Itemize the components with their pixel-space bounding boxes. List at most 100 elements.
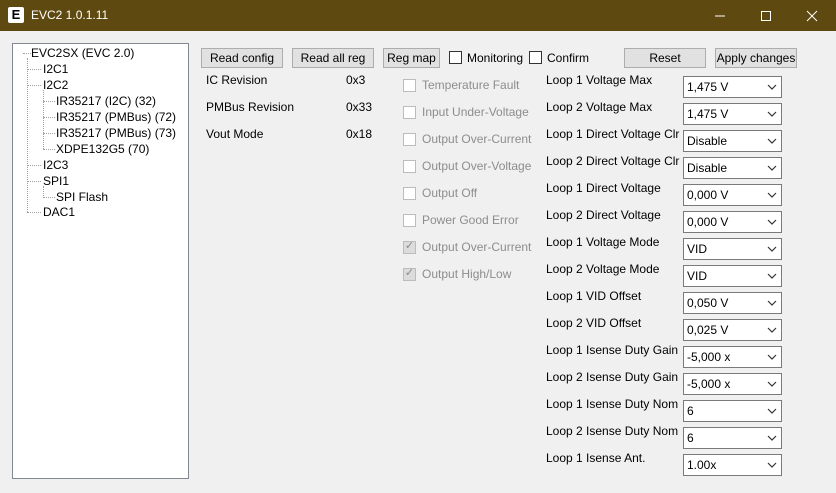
tree-line — [43, 90, 44, 149]
tree-node-ir35217-i2c-32[interactable]: IR35217 (I2C) (32) — [56, 94, 156, 108]
info-label-vout-mode: Vout Mode — [206, 127, 264, 141]
setting-label-loop1-direct-voltage-clr: Loop 1 Direct Voltage Clr — [546, 127, 680, 141]
flag-label-output-off: Output Off — [422, 186, 478, 200]
tree-line — [27, 212, 41, 213]
flag-checkbox-output-over-voltage: ✓ — [403, 160, 416, 173]
setting-select-loop1-voltage-mode[interactable]: VID — [683, 238, 782, 260]
read-config-button[interactable]: Read config — [201, 48, 283, 68]
flag-label-temperature-fault: Temperature Fault — [422, 78, 520, 92]
chevron-down-icon — [767, 111, 777, 117]
setting-label-loop1-isense-ant: Loop 1 Isense Ant. — [546, 451, 646, 465]
title-bar: E EVC2 1.0.1.11 — [0, 0, 836, 31]
monitoring-label: Monitoring — [467, 51, 524, 65]
setting-select-loop2-voltage-mode[interactable]: VID — [683, 265, 782, 287]
app-icon: E — [8, 7, 24, 23]
close-button[interactable] — [789, 0, 835, 31]
chevron-down-icon — [767, 381, 777, 387]
apply-changes-button[interactable]: Apply changes — [715, 48, 797, 68]
tree-node-xdpe132g5-70[interactable]: XDPE132G5 (70) — [56, 142, 149, 156]
flag-checkbox-temperature-fault: ✓ — [403, 79, 416, 92]
selected-value: -5,000 x — [687, 350, 731, 364]
selected-value: 0,000 V — [687, 188, 729, 202]
chevron-down-icon — [767, 300, 777, 306]
flag-label-power-good-error: Power Good Error — [422, 213, 519, 227]
flag-label-output-high-low: Output High/Low — [422, 267, 512, 281]
chevron-down-icon — [767, 327, 777, 333]
flag-checkbox-output-off: ✓ — [403, 187, 416, 200]
tree-line — [23, 53, 31, 54]
flag-checkbox-output-over-current-2: ✓ — [403, 240, 416, 254]
tree-line — [27, 85, 41, 86]
setting-label-loop1-direct-voltage: Loop 1 Direct Voltage — [546, 181, 661, 195]
flag-checkbox-input-under-voltage: ✓ — [403, 106, 416, 119]
confirm-checkbox[interactable]: ✓ — [529, 51, 542, 64]
reg-map-button[interactable]: Reg map — [383, 48, 440, 68]
setting-label-loop1-isense-duty-gain: Loop 1 Isense Duty Gain — [546, 343, 679, 357]
chevron-down-icon — [767, 462, 777, 468]
tree-line — [43, 117, 55, 118]
minimize-button[interactable] — [697, 0, 743, 31]
info-value-ic-revision: 0x3 — [346, 73, 366, 87]
setting-select-loop1-isense-duty-nom[interactable]: 6 — [683, 400, 782, 422]
setting-select-loop1-voltage-max[interactable]: 1,475 V — [683, 76, 782, 98]
tree-node-i2c3[interactable]: I2C3 — [43, 158, 68, 172]
setting-select-loop2-isense-duty-gain[interactable]: -5,000 x — [683, 373, 782, 395]
read-all-reg-button[interactable]: Read all reg — [292, 48, 374, 68]
tree-node-spi1[interactable]: SPI1 — [43, 174, 69, 188]
tree-line — [43, 133, 55, 134]
setting-select-loop1-isense-duty-gain[interactable]: -5,000 x — [683, 346, 782, 368]
chevron-down-icon — [767, 84, 777, 90]
setting-label-loop2-vid-offset: Loop 2 VID Offset — [546, 316, 642, 330]
selected-value: 0,000 V — [687, 215, 729, 229]
setting-label-loop2-voltage-max: Loop 2 Voltage Max — [546, 100, 653, 114]
selected-value: 0,050 V — [687, 296, 729, 310]
setting-label-loop1-vid-offset: Loop 1 VID Offset — [546, 289, 642, 303]
setting-select-loop1-vid-offset[interactable]: 0,050 V — [683, 292, 782, 314]
selected-value: VID — [687, 269, 708, 283]
tree-node-ir35217-pmbus-72[interactable]: IR35217 (PMBus) (72) — [56, 110, 176, 124]
tree-node-evc2sx[interactable]: EVC2SX (EVC 2.0) — [31, 46, 134, 60]
chevron-down-icon — [767, 408, 777, 414]
selected-value: -5,000 x — [687, 377, 731, 391]
chevron-down-icon — [767, 138, 777, 144]
setting-select-loop2-isense-duty-nom[interactable]: 6 — [683, 427, 782, 449]
tree-line — [27, 181, 41, 182]
selected-value: Disable — [687, 134, 728, 148]
setting-select-loop1-direct-voltage-clr[interactable]: Disable — [683, 130, 782, 152]
maximize-button[interactable] — [743, 0, 789, 31]
setting-select-loop2-voltage-max[interactable]: 1,475 V — [683, 103, 782, 125]
info-label-ic-revision: IC Revision — [206, 73, 268, 87]
maximize-icon — [761, 11, 771, 21]
reset-button[interactable]: Reset — [624, 48, 706, 68]
tree-node-i2c1[interactable]: I2C1 — [43, 62, 68, 76]
flag-label-input-under-voltage: Input Under-Voltage — [422, 105, 529, 119]
tree-line — [27, 165, 41, 166]
setting-label-loop1-voltage-max: Loop 1 Voltage Max — [546, 73, 653, 87]
setting-select-loop2-vid-offset[interactable]: 0,025 V — [683, 319, 782, 341]
monitoring-checkbox[interactable]: ✓ — [449, 51, 462, 64]
chevron-down-icon — [767, 165, 777, 171]
setting-select-loop1-direct-voltage[interactable]: 0,000 V — [683, 184, 782, 206]
tree-node-ir35217-pmbus-73[interactable]: IR35217 (PMBus) (73) — [56, 126, 176, 140]
chevron-down-icon — [767, 435, 777, 441]
setting-select-loop2-direct-voltage-clr[interactable]: Disable — [683, 157, 782, 179]
confirm-label: Confirm — [547, 51, 590, 65]
selected-value: VID — [687, 242, 708, 256]
tree-node-i2c2[interactable]: I2C2 — [43, 78, 68, 92]
setting-label-loop2-direct-voltage: Loop 2 Direct Voltage — [546, 208, 661, 222]
setting-select-loop1-isense-ant[interactable]: 1.00x — [683, 454, 782, 476]
tree-line — [27, 69, 41, 70]
flag-label-output-over-current-2: Output Over-Current — [422, 240, 532, 254]
device-tree[interactable]: EVC2SX (EVC 2.0) I2C1 I2C2 IR35217 (I2C)… — [12, 43, 189, 479]
tree-node-dac1[interactable]: DAC1 — [43, 205, 75, 219]
chevron-down-icon — [767, 219, 777, 225]
flag-checkbox-power-good-error: ✓ — [403, 214, 416, 227]
tree-node-spi-flash[interactable]: SPI Flash — [56, 190, 108, 204]
window-title: EVC2 1.0.1.11 — [31, 8, 109, 22]
setting-select-loop2-direct-voltage[interactable]: 0,000 V — [683, 211, 782, 233]
chevron-down-icon — [767, 354, 777, 360]
tree-line — [43, 197, 55, 198]
selected-value: 1.00x — [687, 458, 717, 472]
chevron-down-icon — [767, 192, 777, 198]
tree-line — [43, 101, 55, 102]
